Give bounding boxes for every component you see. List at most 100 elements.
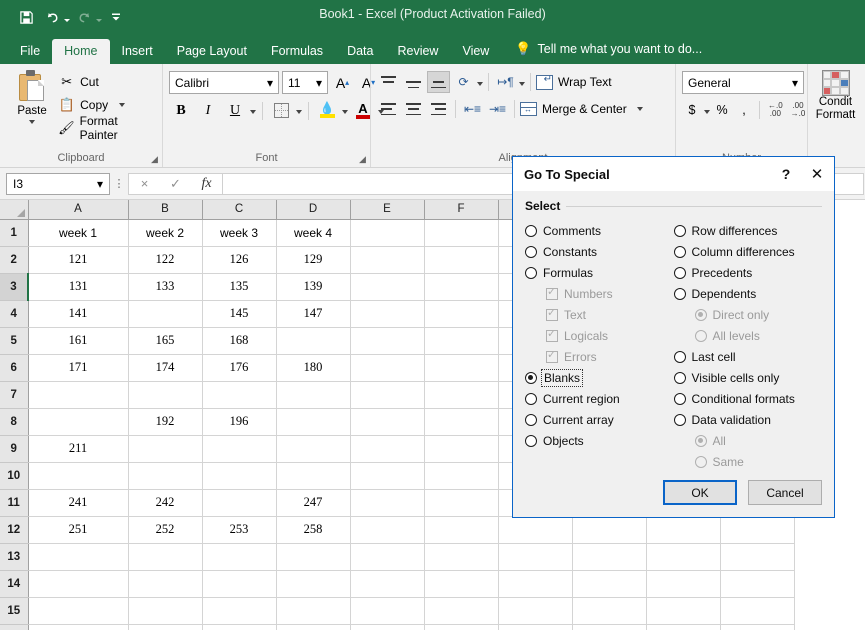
column-header-b[interactable]: B	[128, 200, 203, 220]
wrap-text-button[interactable]: Wrap Text	[536, 71, 612, 93]
cell-D15[interactable]	[276, 597, 351, 625]
option-formulas[interactable]: Formulas	[525, 262, 674, 283]
cell-A13[interactable]	[28, 543, 129, 571]
cell-J15[interactable]	[720, 597, 795, 625]
conditional-formatting-button[interactable]: Condit Formatt	[814, 68, 857, 122]
row-header-16[interactable]: 16	[0, 624, 29, 630]
cell-A16[interactable]	[28, 624, 129, 630]
cell-C4[interactable]: 145	[202, 300, 277, 328]
cell-C13[interactable]	[202, 543, 277, 571]
cell-C8[interactable]: 196	[202, 408, 277, 436]
row-header-11[interactable]: 11	[0, 489, 29, 517]
cell-A10[interactable]	[28, 462, 129, 490]
cell-E15[interactable]	[350, 597, 425, 625]
cell-J13[interactable]	[720, 543, 795, 571]
ok-button[interactable]: OK	[663, 480, 737, 505]
tab-formulas[interactable]: Formulas	[259, 39, 335, 65]
cell-F14[interactable]	[424, 570, 499, 598]
cell-A5[interactable]: 161	[28, 327, 129, 355]
cell-B9[interactable]	[128, 435, 203, 463]
radio-icon[interactable]	[673, 245, 686, 258]
cell-B14[interactable]	[128, 570, 203, 598]
cell-E5[interactable]	[350, 327, 425, 355]
tab-review[interactable]: Review	[385, 39, 450, 65]
cell-D3[interactable]: 139	[276, 273, 351, 301]
help-icon[interactable]: ?	[772, 166, 800, 182]
align-top-button[interactable]	[377, 71, 400, 93]
row-header-8[interactable]: 8	[0, 408, 29, 436]
column-header-d[interactable]: D	[276, 200, 351, 220]
row-header-7[interactable]: 7	[0, 381, 29, 409]
percent-button[interactable]: %	[712, 99, 732, 121]
cell-G13[interactable]	[498, 543, 573, 571]
column-header-a[interactable]: A	[28, 200, 129, 220]
cell-F7[interactable]	[424, 381, 499, 409]
cell-E14[interactable]	[350, 570, 425, 598]
cell-F5[interactable]	[424, 327, 499, 355]
align-center-button[interactable]	[402, 98, 425, 120]
cell-A7[interactable]	[28, 381, 129, 409]
cell-C7[interactable]	[202, 381, 277, 409]
cell-F10[interactable]	[424, 462, 499, 490]
radio-icon[interactable]	[525, 266, 537, 279]
option-last-cell[interactable]: Last cell	[673, 346, 823, 367]
undo-icon[interactable]	[40, 5, 64, 29]
column-header-f[interactable]: F	[424, 200, 499, 220]
orientation-dropdown-icon[interactable]	[477, 81, 483, 86]
font-name-dropdown-icon[interactable]: ▾	[262, 76, 278, 90]
cell-B1[interactable]: week 2	[128, 219, 203, 247]
option-comments[interactable]: Comments	[525, 220, 674, 241]
radio-icon[interactable]	[525, 371, 537, 384]
cell-B6[interactable]: 174	[128, 354, 203, 382]
align-left-button[interactable]	[377, 98, 400, 120]
copy-button[interactable]: 📋 Copy	[58, 95, 156, 115]
cell-A11[interactable]: 241	[28, 489, 129, 517]
radio-icon[interactable]	[525, 413, 537, 426]
cell-C9[interactable]	[202, 435, 277, 463]
radio-icon[interactable]	[673, 287, 686, 300]
row-header-9[interactable]: 9	[0, 435, 29, 463]
cell-I13[interactable]	[646, 543, 721, 571]
cell-F3[interactable]	[424, 273, 499, 301]
option-precedents[interactable]: Precedents	[673, 262, 823, 283]
cell-J16[interactable]	[720, 624, 795, 630]
decrease-decimal-button[interactable]: .00 →.0	[788, 99, 809, 121]
number-format-combo[interactable]: General ▾	[682, 71, 804, 94]
undo-dropdown-icon[interactable]	[64, 18, 70, 22]
fill-color-button[interactable]: 💧	[315, 99, 339, 122]
cell-F4[interactable]	[424, 300, 499, 328]
radio-icon[interactable]	[673, 350, 686, 363]
cell-B10[interactable]	[128, 462, 203, 490]
font-dialog-launcher-icon[interactable]: ◢	[359, 155, 368, 164]
cell-D10[interactable]	[276, 462, 351, 490]
font-name-combo[interactable]: Calibri ▾	[169, 71, 279, 94]
cell-B2[interactable]: 122	[128, 246, 203, 274]
radio-icon[interactable]	[525, 224, 537, 237]
cell-I16[interactable]	[646, 624, 721, 630]
cell-B12[interactable]: 252	[128, 516, 203, 544]
cell-F12[interactable]	[424, 516, 499, 544]
cell-A9[interactable]: 211	[28, 435, 129, 463]
option-current-region[interactable]: Current region	[525, 388, 674, 409]
cell-E2[interactable]	[350, 246, 425, 274]
cell-E7[interactable]	[350, 381, 425, 409]
fill-color-dropdown-icon[interactable]	[342, 110, 348, 114]
cell-H15[interactable]	[572, 597, 647, 625]
comma-style-button[interactable]: ,	[734, 99, 754, 121]
cell-A3[interactable]: 131	[28, 273, 129, 301]
cell-E9[interactable]	[350, 435, 425, 463]
tab-data[interactable]: Data	[335, 39, 385, 65]
cell-F15[interactable]	[424, 597, 499, 625]
cell-E1[interactable]	[350, 219, 425, 247]
option-data-validation[interactable]: Data validation	[673, 409, 823, 430]
tell-me-search[interactable]: 💡 Tell me what you want to do...	[501, 35, 712, 64]
tab-insert[interactable]: Insert	[110, 39, 165, 65]
cell-G15[interactable]	[498, 597, 573, 625]
close-icon[interactable]: ✕	[800, 165, 834, 183]
cell-H14[interactable]	[572, 570, 647, 598]
merge-center-button[interactable]: Merge & Center	[520, 98, 643, 120]
cell-B15[interactable]	[128, 597, 203, 625]
cell-D8[interactable]	[276, 408, 351, 436]
align-bottom-button[interactable]	[427, 71, 450, 93]
cell-A4[interactable]: 141	[28, 300, 129, 328]
